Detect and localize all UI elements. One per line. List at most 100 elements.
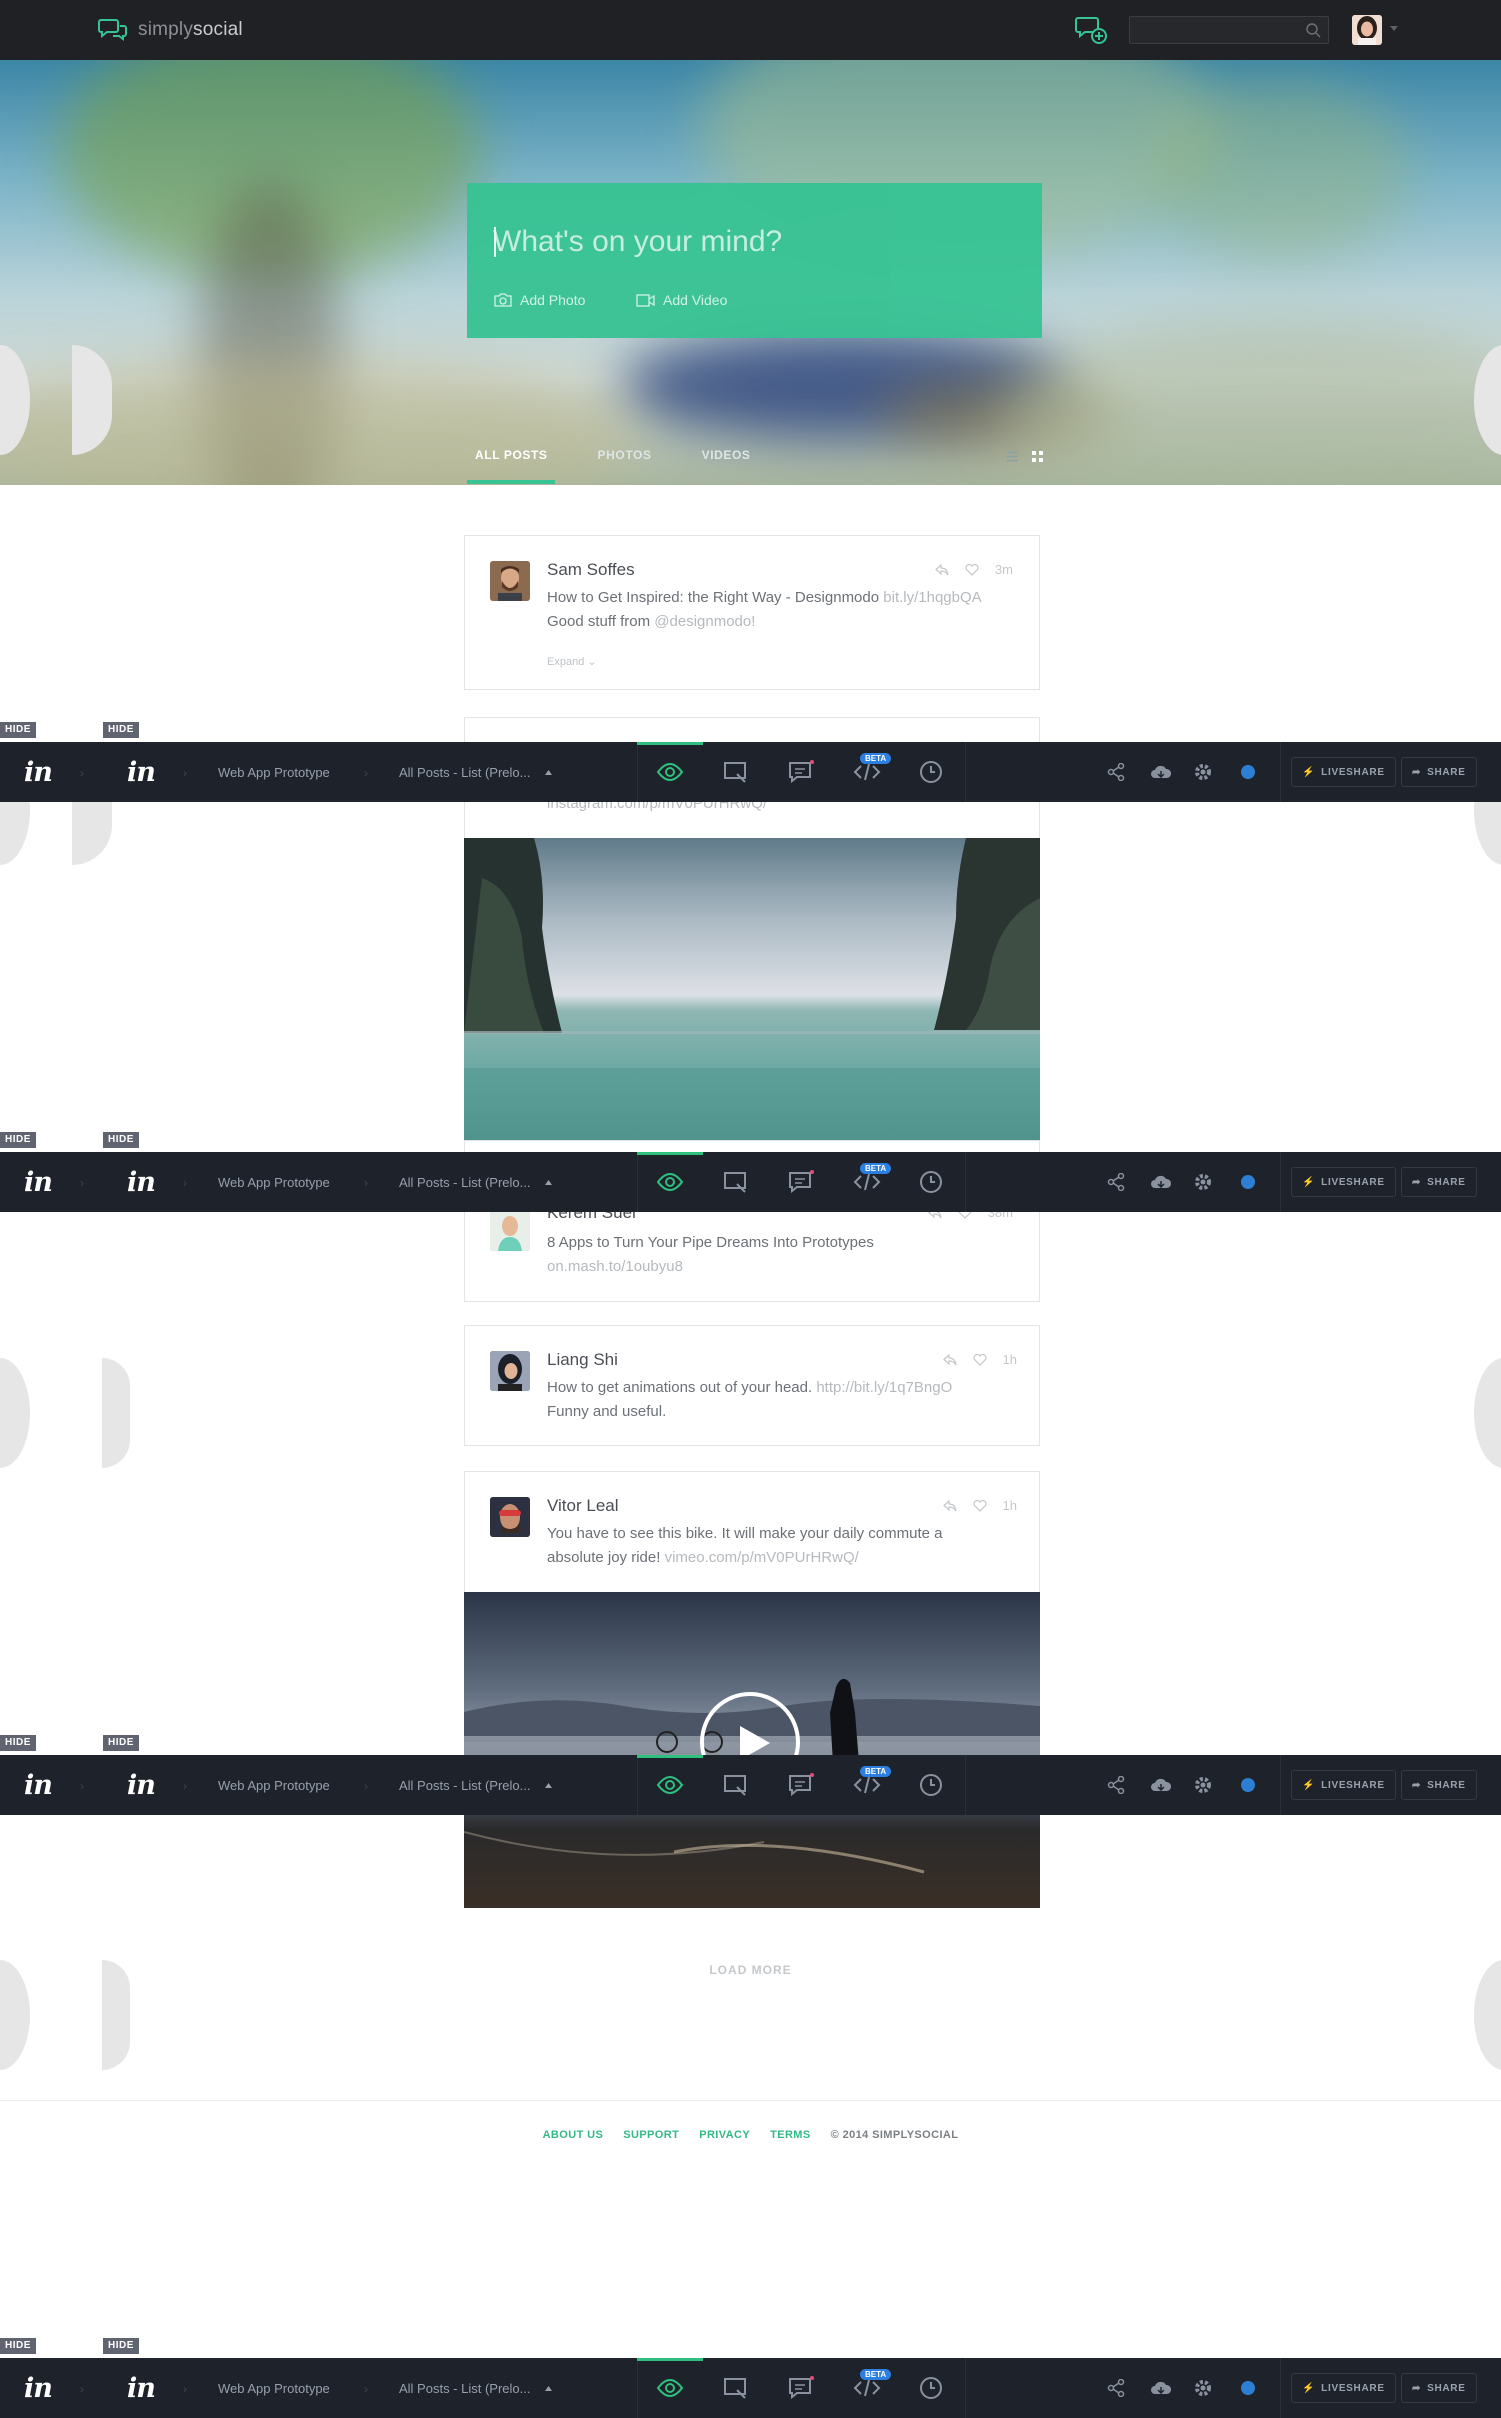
breadcrumb-screen[interactable]: All Posts - List (Prelo... bbox=[399, 2381, 530, 2396]
comment-icon[interactable] bbox=[788, 1170, 814, 1194]
reply-icon[interactable] bbox=[942, 1353, 957, 1366]
preview-screen-icon[interactable] bbox=[723, 760, 749, 784]
invision-logo-icon[interactable]: in bbox=[24, 757, 53, 788]
grid-view-icon[interactable] bbox=[1032, 451, 1043, 462]
share-button[interactable]: ➦ SHARE bbox=[1401, 2373, 1477, 2403]
comment-icon[interactable] bbox=[788, 2376, 814, 2400]
footer-privacy-link[interactable]: PRIVACY bbox=[699, 2129, 750, 2141]
gear-icon[interactable] bbox=[1194, 1776, 1212, 1794]
search-input[interactable] bbox=[1130, 17, 1328, 43]
hide-button[interactable]: HIDE bbox=[0, 1735, 36, 1751]
hide-button[interactable]: HIDE bbox=[103, 1132, 139, 1148]
cloud-sync-icon[interactable] bbox=[1150, 1776, 1172, 1794]
breadcrumb-project[interactable]: Web App Prototype bbox=[218, 765, 330, 780]
gear-icon[interactable] bbox=[1194, 763, 1212, 781]
breadcrumb-project[interactable]: Web App Prototype bbox=[218, 2381, 330, 2396]
invision-logo-icon[interactable]: in bbox=[24, 1167, 53, 1198]
eye-icon[interactable] bbox=[657, 2376, 683, 2400]
invision-logo-icon[interactable]: in bbox=[24, 2373, 53, 2404]
invision-logo-icon[interactable]: in bbox=[127, 1770, 156, 1801]
comment-icon[interactable] bbox=[788, 760, 814, 784]
share-button[interactable]: ➦ SHARE bbox=[1401, 1770, 1477, 1800]
history-clock-icon[interactable] bbox=[919, 1170, 943, 1194]
eye-icon[interactable] bbox=[657, 1170, 683, 1194]
footer-terms-link[interactable]: TERMS bbox=[770, 2129, 811, 2141]
post-link[interactable]: bit.ly/1hqgbQA bbox=[883, 589, 981, 606]
breadcrumb-screen[interactable]: All Posts - List (Prelo... bbox=[399, 1778, 530, 1793]
next-screen-arrow[interactable] bbox=[1474, 1358, 1501, 1468]
share-nodes-icon[interactable] bbox=[1107, 1173, 1125, 1191]
share-button[interactable]: ➦ SHARE bbox=[1401, 1167, 1477, 1197]
chevron-up-icon[interactable] bbox=[545, 2386, 552, 2391]
hide-button[interactable]: HIDE bbox=[103, 2338, 139, 2354]
preview-screen-icon[interactable] bbox=[723, 1170, 749, 1194]
tab-photos[interactable]: PHOTOS bbox=[598, 448, 652, 474]
author-name[interactable]: Vitor Leal bbox=[547, 1496, 619, 1516]
preview-screen-icon[interactable] bbox=[723, 1773, 749, 1797]
avatar[interactable] bbox=[490, 561, 530, 601]
invision-logo-icon[interactable]: in bbox=[127, 1167, 156, 1198]
liveshare-button[interactable]: ⚡ LIVESHARE bbox=[1291, 1770, 1396, 1800]
add-photo-button[interactable]: Add Photo bbox=[494, 292, 585, 308]
avatar[interactable] bbox=[490, 1211, 530, 1251]
tab-videos[interactable]: VIDEOS bbox=[702, 448, 751, 474]
breadcrumb-screen[interactable]: All Posts - List (Prelo... bbox=[399, 1175, 530, 1190]
add-video-button[interactable]: Add Video bbox=[636, 292, 727, 308]
chevron-up-icon[interactable] bbox=[545, 1180, 552, 1185]
gear-icon[interactable] bbox=[1194, 1173, 1212, 1191]
post-link[interactable]: http://bit.ly/1q7BngO bbox=[816, 1379, 952, 1396]
author-name[interactable]: Liang Shi bbox=[547, 1350, 618, 1370]
cloud-sync-icon[interactable] bbox=[1150, 1173, 1172, 1191]
load-more-button[interactable]: LOAD MORE bbox=[0, 1963, 1501, 1977]
footer-about-link[interactable]: ABOUT US bbox=[543, 2129, 604, 2141]
expand-toggle[interactable]: Expand ⌄ bbox=[547, 655, 597, 668]
share-nodes-icon[interactable] bbox=[1107, 1776, 1125, 1794]
comment-icon[interactable] bbox=[788, 1773, 814, 1797]
hide-button[interactable]: HIDE bbox=[0, 2338, 36, 2354]
invision-logo-icon[interactable]: in bbox=[127, 757, 156, 788]
reply-icon[interactable] bbox=[942, 1499, 957, 1512]
breadcrumb-screen[interactable]: All Posts - List (Prelo... bbox=[399, 765, 530, 780]
author-name[interactable]: Sam Soffes bbox=[547, 560, 635, 580]
user-presence-dot[interactable] bbox=[1241, 1778, 1255, 1792]
gear-icon[interactable] bbox=[1194, 2379, 1212, 2397]
search-icon[interactable] bbox=[1306, 23, 1321, 38]
cloud-sync-icon[interactable] bbox=[1150, 763, 1172, 781]
preview-screen-icon[interactable] bbox=[723, 2376, 749, 2400]
share-button[interactable]: ➦ SHARE bbox=[1401, 757, 1477, 787]
chevron-up-icon[interactable] bbox=[545, 1783, 552, 1788]
mention-link[interactable]: @designmodo! bbox=[654, 613, 755, 630]
history-clock-icon[interactable] bbox=[919, 760, 943, 784]
post-link[interactable]: on.mash.to/1oubyu8 bbox=[547, 1258, 683, 1275]
chevron-down-icon[interactable] bbox=[1390, 26, 1398, 32]
post-photo[interactable] bbox=[464, 838, 1040, 1152]
breadcrumb-project[interactable]: Web App Prototype bbox=[218, 1175, 330, 1190]
heart-icon[interactable] bbox=[972, 1499, 987, 1512]
user-avatar[interactable] bbox=[1352, 15, 1382, 45]
eye-icon[interactable] bbox=[657, 760, 683, 784]
hide-button[interactable]: HIDE bbox=[103, 1735, 139, 1751]
avatar[interactable] bbox=[490, 1497, 530, 1537]
hide-button[interactable]: HIDE bbox=[103, 722, 139, 738]
hide-button[interactable]: HIDE bbox=[0, 1132, 36, 1148]
chevron-up-icon[interactable] bbox=[545, 770, 552, 775]
tab-all-posts[interactable]: ALL POSTS bbox=[475, 448, 548, 474]
app-logo[interactable]: simplysocial bbox=[98, 17, 243, 43]
user-presence-dot[interactable] bbox=[1241, 2381, 1255, 2395]
invision-logo-icon[interactable]: in bbox=[127, 2373, 156, 2404]
hide-button[interactable]: HIDE bbox=[0, 722, 36, 738]
invision-logo-icon[interactable]: in bbox=[24, 1770, 53, 1801]
reply-icon[interactable] bbox=[935, 563, 949, 576]
post-video[interactable] bbox=[464, 1592, 1040, 1908]
status-input[interactable] bbox=[493, 221, 1013, 263]
liveshare-button[interactable]: ⚡ LIVESHARE bbox=[1291, 1167, 1396, 1197]
liveshare-button[interactable]: ⚡ LIVESHARE bbox=[1291, 757, 1396, 787]
avatar[interactable] bbox=[490, 1351, 530, 1391]
post-link[interactable]: vimeo.com/p/mV0PUrHRwQ/ bbox=[665, 1549, 859, 1566]
cloud-sync-icon[interactable] bbox=[1150, 2379, 1172, 2397]
eye-icon[interactable] bbox=[657, 1773, 683, 1797]
user-presence-dot[interactable] bbox=[1241, 765, 1255, 779]
list-view-icon[interactable] bbox=[1007, 451, 1018, 462]
footer-support-link[interactable]: SUPPORT bbox=[623, 2129, 679, 2141]
user-presence-dot[interactable] bbox=[1241, 1175, 1255, 1189]
